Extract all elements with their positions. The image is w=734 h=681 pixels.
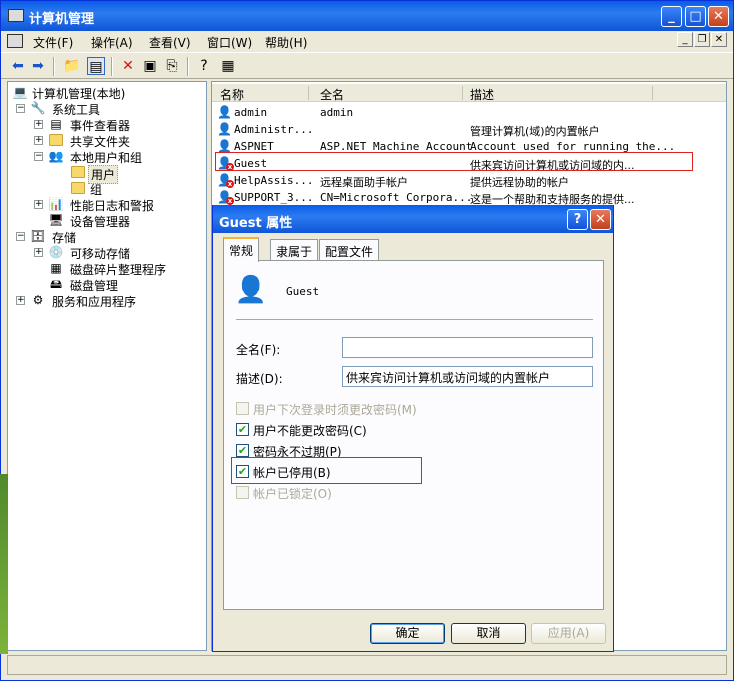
username-label: Guest bbox=[286, 285, 320, 298]
list-row[interactable]: 👤 x SUPPORT_3... CN=Microsoft Corpora... … bbox=[214, 189, 724, 206]
show-tree-icon[interactable]: ▤ bbox=[87, 57, 105, 75]
general-tab-panel: 👤 Guest 全名(F): 描述(D): 供来宾访问计算机或访问域的内置帐户 … bbox=[223, 260, 604, 610]
guest-properties-dialog: Guest 属性 ? ✕ 常规 隶属于 配置文件 👤 Guest 全名(F): … bbox=[212, 205, 614, 652]
cannot-change-password-checkbox[interactable]: ✔ bbox=[236, 423, 249, 436]
must-change-password-label: 用户下次登录时须更改密码(M) bbox=[253, 403, 417, 417]
expand-icon[interactable]: + bbox=[34, 136, 43, 145]
help-icon[interactable]: ? bbox=[195, 57, 213, 75]
apply-button[interactable]: 应用(A) bbox=[531, 623, 606, 644]
ok-button[interactable]: 确定 bbox=[370, 623, 445, 644]
menu-window[interactable]: 窗口(W) bbox=[207, 34, 252, 51]
expand-icon[interactable]: + bbox=[34, 200, 43, 209]
storage-icon: 🗄 bbox=[30, 229, 46, 243]
up-folder-icon[interactable]: 📁 bbox=[63, 57, 81, 75]
separator bbox=[236, 319, 593, 320]
account-locked-label: 帐户已锁定(O) bbox=[253, 487, 332, 501]
description-field[interactable]: 供来宾访问计算机或访问域的内置帐户 bbox=[342, 366, 593, 387]
fullname-field[interactable] bbox=[342, 337, 593, 358]
dialog-close-button[interactable]: ✕ bbox=[590, 209, 611, 230]
folder-icon bbox=[71, 182, 85, 194]
description-label: 描述(D): bbox=[236, 372, 283, 386]
user-icon: 👤 bbox=[217, 122, 232, 136]
menu-view[interactable]: 查看(V) bbox=[149, 34, 191, 51]
delete-icon[interactable]: ✕ bbox=[119, 57, 137, 75]
must-change-password-checkbox[interactable] bbox=[236, 402, 249, 415]
desktop-wallpaper bbox=[0, 474, 8, 654]
device-manager-icon: 🖥 bbox=[48, 213, 64, 227]
disabled-user-icon: 👤 x bbox=[217, 173, 234, 188]
expand-icon[interactable]: + bbox=[16, 296, 25, 305]
computer-management-icon bbox=[8, 9, 24, 22]
menu-bar: 文件(F) 操作(A) 查看(V) 窗口(W) 帮助(H) bbox=[1, 31, 733, 51]
disabled-user-icon: 👤 x bbox=[217, 190, 234, 205]
password-never-expires-checkbox[interactable]: ✔ bbox=[236, 444, 249, 457]
removable-storage-icon: 💿 bbox=[48, 245, 64, 259]
tab-profile[interactable]: 配置文件 bbox=[319, 239, 380, 261]
maximize-button[interactable]: □ bbox=[685, 6, 706, 27]
menu-help[interactable]: 帮助(H) bbox=[265, 34, 307, 51]
collapse-icon[interactable]: − bbox=[16, 104, 25, 113]
cannot-change-password-label: 用户不能更改密码(C) bbox=[253, 424, 367, 438]
dialog-help-button[interactable]: ? bbox=[567, 209, 588, 230]
expand-icon[interactable]: + bbox=[34, 248, 43, 257]
tab-general[interactable]: 常规 bbox=[223, 237, 260, 262]
defrag-icon: ▦ bbox=[50, 261, 62, 275]
cancel-button[interactable]: 取消 bbox=[451, 623, 526, 644]
forward-icon[interactable]: ➡ bbox=[29, 57, 47, 75]
dialog-title: Guest 属性 bbox=[219, 216, 293, 231]
disk-icon: 🖴 bbox=[49, 277, 63, 291]
mdi-close-button[interactable]: ✕ bbox=[711, 32, 727, 47]
console-icon[interactable]: ▦ bbox=[219, 57, 237, 75]
fullname-label: 全名(F): bbox=[236, 343, 281, 357]
user-icon: 👤 bbox=[234, 275, 268, 305]
folder-open-icon bbox=[71, 166, 85, 178]
console-tree: 💻 计算机管理(本地) − 🔧 系统工具 + ▤ 事件查看器 + 共享文件夹 −… bbox=[7, 81, 207, 651]
list-header: 名称 全名 描述 bbox=[212, 84, 726, 102]
column-description[interactable]: 描述 bbox=[470, 86, 494, 103]
properties-icon[interactable]: ▣ bbox=[141, 57, 159, 75]
list-row[interactable]: 👤 Administr... 管理计算机(域)的内置帐户 bbox=[214, 121, 724, 138]
shared-folder-icon bbox=[49, 134, 63, 146]
event-viewer-icon: ▤ bbox=[50, 117, 62, 131]
services-icon: ⚙ bbox=[32, 293, 44, 307]
performance-icon: 📊 bbox=[48, 197, 64, 211]
computer-icon: 💻 bbox=[12, 85, 28, 99]
mdi-restore-button[interactable]: ❐ bbox=[694, 32, 710, 47]
dialog-title-bar[interactable]: Guest 属性 ? ✕ bbox=[213, 205, 613, 233]
expand-icon[interactable]: + bbox=[34, 120, 43, 129]
disabled-highlight-box bbox=[231, 457, 422, 484]
list-row[interactable]: 👤 x HelpAssis... 远程桌面助手帐户 提供远程协助的帐户 bbox=[214, 172, 724, 189]
close-button[interactable]: ✕ bbox=[708, 6, 729, 27]
menu-file[interactable]: 文件(F) bbox=[33, 34, 73, 51]
status-bar bbox=[7, 655, 727, 675]
toolbar: ⬅ ➡ 📁 ▤ ✕ ▣ ⎘ ? ▦ bbox=[1, 52, 733, 79]
menu-action[interactable]: 操作(A) bbox=[91, 34, 133, 51]
collapse-icon[interactable]: − bbox=[16, 232, 25, 241]
column-fullname[interactable]: 全名 bbox=[320, 86, 344, 103]
users-group-icon: 👥 bbox=[48, 149, 64, 163]
mdi-minimize-button[interactable]: _ bbox=[677, 32, 693, 47]
app-menu-icon[interactable] bbox=[7, 34, 23, 48]
guest-highlight-box bbox=[215, 152, 693, 171]
tools-icon: 🔧 bbox=[30, 101, 46, 115]
account-locked-checkbox[interactable] bbox=[236, 486, 249, 499]
user-icon: 👤 bbox=[217, 105, 232, 119]
minimize-button[interactable]: _ bbox=[661, 6, 682, 27]
export-list-icon[interactable]: ⎘ bbox=[163, 57, 181, 75]
column-name[interactable]: 名称 bbox=[220, 86, 244, 103]
back-icon[interactable]: ⬅ bbox=[9, 57, 27, 75]
list-row[interactable]: 👤 admin admin bbox=[214, 104, 724, 121]
window-title: 计算机管理 bbox=[29, 12, 95, 27]
tab-member-of[interactable]: 隶属于 bbox=[270, 239, 319, 261]
collapse-icon[interactable]: − bbox=[34, 152, 43, 161]
title-bar[interactable]: 计算机管理 _ □ ✕ bbox=[1, 1, 733, 31]
